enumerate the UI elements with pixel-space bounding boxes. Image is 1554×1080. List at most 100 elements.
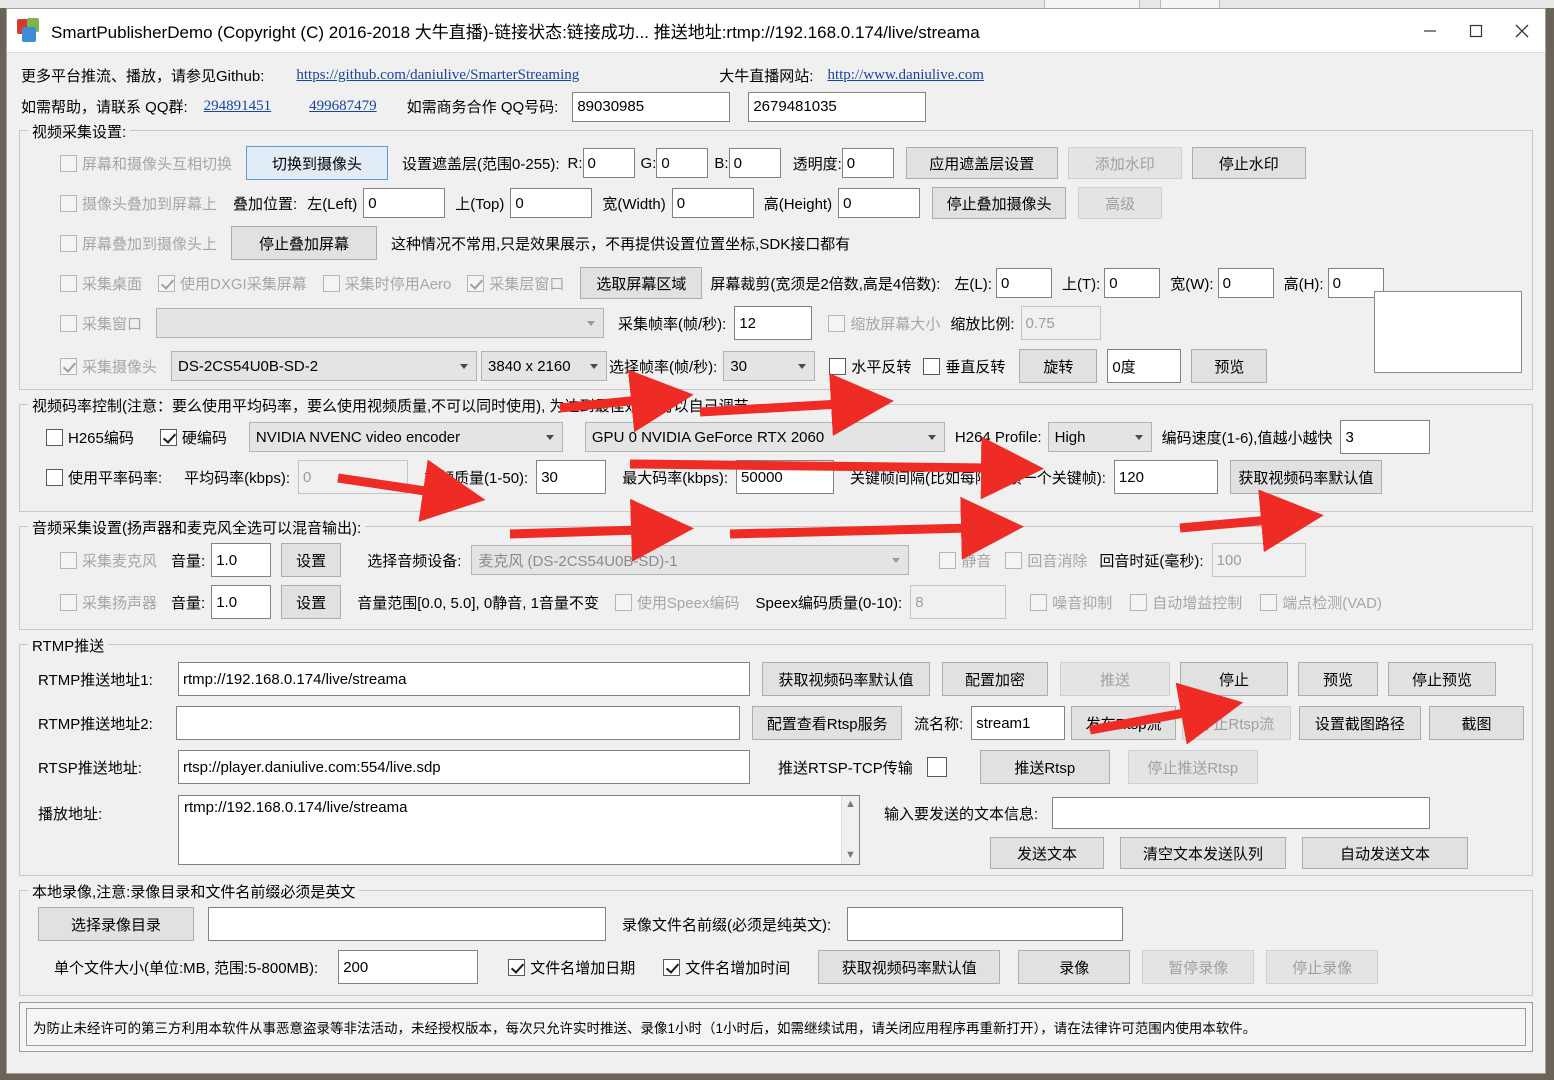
speaker-volume-field[interactable] (211, 585, 272, 619)
auto-send-text-button[interactable]: 自动发送文本 (1302, 837, 1468, 869)
send-text-button[interactable]: 发送文本 (990, 837, 1104, 869)
overlay-left-field[interactable] (363, 188, 446, 218)
encoder-select[interactable]: NVIDIA NVENC video encoder (248, 422, 563, 452)
stop-screen-overlay-button[interactable]: 停止叠加屏幕 (231, 226, 378, 260)
speaker-settings-button[interactable]: 设置 (281, 585, 342, 619)
rotate-degree-field[interactable] (1107, 349, 1182, 383)
record-dir-field[interactable] (208, 907, 606, 941)
checkbox-use-dxgi[interactable]: 使用DXGI采集屏幕 (158, 273, 307, 294)
speex-quality-field[interactable] (910, 585, 1007, 619)
advanced-button[interactable]: 高级 (1078, 187, 1163, 219)
avg-bitrate-field[interactable] (298, 460, 409, 494)
camera-resolution-select[interactable]: 3840 x 2160 (481, 351, 608, 381)
audio-device-select[interactable]: 麦克风 (DS-2CS54U0B-SD)-1 (471, 545, 910, 575)
play-url-scrollbar[interactable]: ▲ ▼ (841, 796, 859, 864)
play-url-textarea[interactable] (179, 796, 841, 864)
scroll-down-icon[interactable]: ▼ (845, 850, 856, 861)
record-prefix-field[interactable] (847, 907, 1124, 941)
preview-button[interactable]: 预览 (1298, 662, 1378, 696)
encode-speed-field[interactable] (1340, 420, 1431, 454)
pause-record-button[interactable]: 暂停录像 (1142, 950, 1255, 984)
camera-device-select[interactable]: DS-2CS54U0B-SD-2 (171, 351, 478, 381)
business-qq-2-field[interactable] (748, 91, 927, 122)
get-bitrate-defaults-button-record[interactable]: 获取视频码率默认值 (818, 950, 1001, 984)
checkbox-h265[interactable]: H265编码 (46, 427, 134, 448)
stop-push-button[interactable]: 停止 (1180, 662, 1288, 696)
mic-settings-button[interactable]: 设置 (281, 543, 342, 577)
video-quality-field[interactable] (536, 460, 607, 494)
business-qq-1-field[interactable] (572, 91, 731, 122)
checkbox-capture-layer-window[interactable]: 采集层窗口 (467, 273, 564, 294)
crop-l-field[interactable] (995, 268, 1052, 298)
github-link[interactable]: https://github.com/daniulive/SmarterStre… (296, 67, 579, 84)
add-watermark-button[interactable]: 添加水印 (1067, 147, 1182, 179)
checkbox-capture-camera[interactable]: 采集摄像头 (60, 356, 157, 377)
rotate-button[interactable]: 旋转 (1019, 349, 1098, 383)
scale-ratio-field[interactable] (1020, 306, 1101, 340)
checkbox-filename-add-date[interactable]: 文件名增加日期 (508, 957, 635, 978)
crop-t-field[interactable] (1104, 268, 1161, 298)
echo-delay-field[interactable] (1211, 543, 1306, 577)
text-message-field[interactable] (1052, 797, 1431, 829)
crop-w-field[interactable] (1217, 268, 1274, 298)
config-encrypt-button[interactable]: 配置加密 (942, 662, 1048, 696)
rtmp-url2-field[interactable] (176, 706, 741, 740)
close-button[interactable] (1499, 9, 1545, 53)
capture-fps-field[interactable] (734, 306, 813, 340)
mask-alpha-field[interactable] (841, 148, 894, 178)
start-record-button[interactable]: 录像 (1018, 950, 1131, 984)
get-bitrate-defaults-button-rtmp[interactable]: 获取视频码率默认值 (762, 662, 930, 696)
config-rtsp-service-button[interactable]: 配置查看Rtsp服务 (752, 706, 903, 740)
mask-r-field[interactable] (582, 148, 635, 178)
stop-record-button[interactable]: 停止录像 (1266, 950, 1379, 984)
checkbox-rtsp-tcp[interactable] (926, 757, 952, 777)
select-record-dir-button[interactable]: 选择录像目录 (38, 907, 194, 941)
select-screen-area-button[interactable]: 选取屏幕区域 (580, 267, 703, 299)
stream-name-field[interactable] (971, 706, 1066, 740)
mic-volume-field[interactable] (211, 543, 272, 577)
minimize-button[interactable] (1407, 9, 1453, 53)
stop-rtsp-button[interactable]: 停止Rtsp流 (1181, 706, 1291, 740)
stop-camera-overlay-button[interactable]: 停止叠加摄像头 (932, 187, 1067, 219)
checkbox-swap-screen-camera[interactable]: 屏幕和摄像头互相切换 (60, 153, 232, 174)
checkbox-disable-aero[interactable]: 采集时停用Aero (322, 273, 451, 294)
checkbox-use-avg-bitrate[interactable]: 使用平率码率: (46, 467, 162, 488)
mask-b-field[interactable] (728, 148, 781, 178)
maximize-button[interactable] (1453, 9, 1499, 53)
keyframe-interval-field[interactable] (1113, 460, 1218, 494)
overlay-width-field[interactable] (671, 188, 754, 218)
record-filesize-field[interactable] (338, 950, 479, 984)
checkbox-flip-vertical[interactable]: 垂直反转 (923, 356, 1005, 377)
checkbox-screen-over-camera[interactable]: 屏幕叠加到摄像头上 (60, 233, 217, 254)
get-bitrate-defaults-button-video[interactable]: 获取视频码率默认值 (1229, 460, 1382, 494)
checkbox-noise-suppress[interactable]: 噪音抑制 (1030, 592, 1112, 613)
overlay-top-field[interactable] (510, 188, 593, 218)
apply-mask-button[interactable]: 应用遮盖层设置 (905, 147, 1058, 179)
checkbox-camera-over-screen[interactable]: 摄像头叠加到屏幕上 (60, 193, 217, 214)
checkbox-hardware-encode[interactable]: 硬编码 (159, 427, 227, 448)
switch-to-camera-button[interactable]: 切换到摄像头 (246, 146, 389, 180)
preview-camera-button[interactable]: 预览 (1191, 349, 1268, 383)
scroll-up-icon[interactable]: ▲ (845, 799, 856, 810)
stop-push-rtsp-button[interactable]: 停止推送Rtsp (1127, 750, 1258, 784)
checkbox-capture-speaker[interactable]: 采集扬声器 (60, 592, 157, 613)
checkbox-agc[interactable]: 自动增益控制 (1130, 592, 1242, 613)
checkbox-vad[interactable]: 端点检测(VAD) (1260, 592, 1382, 613)
qq-group-2-link[interactable]: 499687479 (309, 98, 377, 115)
overlay-height-field[interactable] (838, 188, 921, 218)
window-select[interactable] (156, 308, 605, 338)
qq-group-1-link[interactable]: 294891451 (204, 98, 272, 115)
checkbox-scale-screen[interactable]: 缩放屏幕大小 (828, 313, 940, 334)
rtsp-url-field[interactable] (178, 750, 750, 784)
checkbox-capture-mic[interactable]: 采集麦克风 (60, 550, 157, 571)
max-bitrate-field[interactable] (736, 460, 835, 494)
h264-profile-select[interactable]: High (1047, 422, 1152, 452)
rtmp-url1-field[interactable] (178, 662, 750, 696)
checkbox-capture-desktop[interactable]: 采集桌面 (60, 273, 142, 294)
stop-preview-button[interactable]: 停止预览 (1388, 662, 1496, 696)
checkbox-echo-cancel[interactable]: 回音消除 (1005, 550, 1087, 571)
stop-watermark-button[interactable]: 停止水印 (1191, 147, 1306, 179)
clear-text-queue-button[interactable]: 清空文本发送队列 (1120, 837, 1286, 869)
set-snapshot-path-button[interactable]: 设置截图路径 (1298, 706, 1422, 740)
publish-rtsp-button[interactable]: 发布Rtsp流 (1071, 706, 1176, 740)
